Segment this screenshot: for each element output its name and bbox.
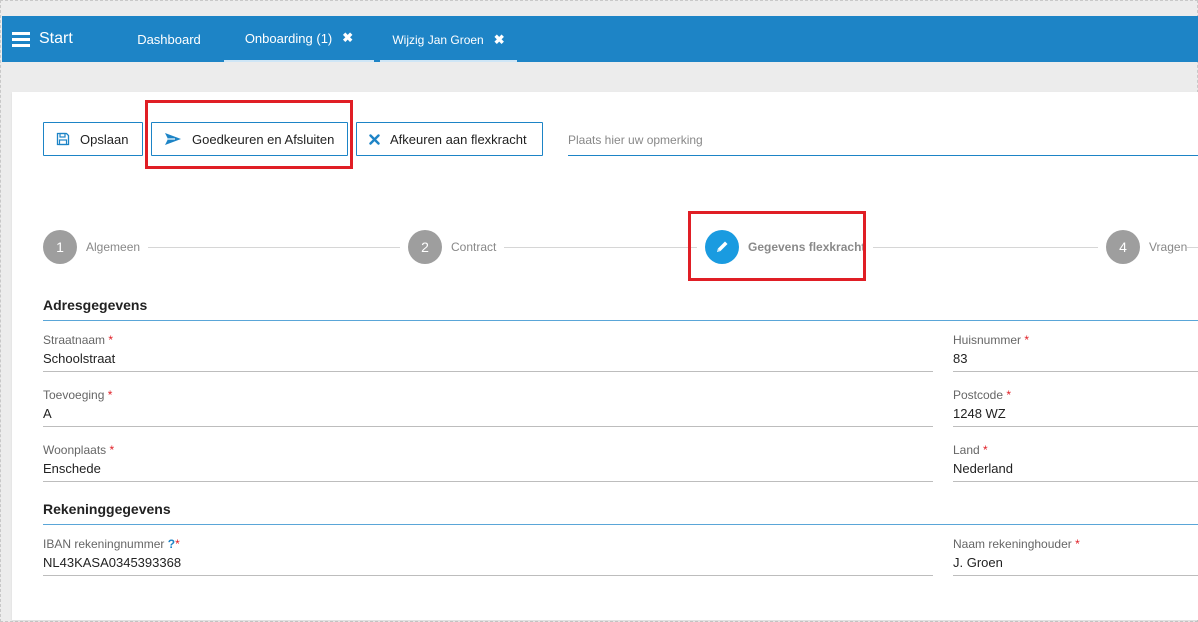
field-label: Naam rekeninghouder: [953, 537, 1072, 551]
country-value[interactable]: Nederland: [953, 461, 1198, 482]
tab-wijzig-jan-groen[interactable]: Wijzig Jan Groen ✖: [380, 20, 517, 62]
start-menu-button[interactable]: Start: [12, 16, 73, 62]
pencil-icon: [717, 241, 728, 252]
field-label: Woonplaats: [43, 443, 107, 457]
field-label: Huisnummer: [953, 333, 1022, 347]
hamburger-icon: [12, 32, 30, 47]
main-card: Opslaan Goedkeuren en Afsluiten Afkeuren…: [12, 92, 1198, 620]
step-current-circle: [705, 230, 739, 264]
street-field[interactable]: Straatnaam * Schoolstraat: [43, 333, 933, 372]
close-icon[interactable]: ✖: [494, 32, 505, 48]
remark-input[interactable]: [568, 124, 1198, 156]
progress-stepper: 1 Algemeen 2 Contract Gegevens flexkrach…: [43, 230, 1198, 264]
step-gegevens-flexkracht[interactable]: Gegevens flexkracht: [697, 230, 874, 264]
housenumber-field[interactable]: Huisnummer * 83: [953, 333, 1198, 372]
country-field[interactable]: Land * Nederland: [953, 443, 1198, 482]
postcode-value[interactable]: 1248 WZ: [953, 406, 1198, 427]
postcode-field[interactable]: Postcode * 1248 WZ: [953, 388, 1198, 427]
close-icon: [369, 133, 380, 145]
reject-to-flexworker-button[interactable]: Afkeuren aan flexkracht: [356, 122, 543, 156]
approve-button-label: Goedkeuren en Afsluiten: [192, 131, 335, 147]
step-number: 1: [43, 230, 77, 264]
step-contract[interactable]: 2 Contract: [400, 230, 505, 264]
floppy-disk-icon: [56, 132, 70, 146]
field-label: Straatnaam: [43, 333, 106, 347]
step-algemeen[interactable]: 1 Algemeen: [43, 230, 149, 264]
step-label: Gegevens flexkracht: [748, 240, 866, 254]
required-mark: *: [1006, 388, 1012, 402]
required-mark: *: [983, 443, 988, 457]
save-button-label: Opslaan: [80, 131, 129, 147]
required-mark: *: [109, 443, 115, 457]
help-icon[interactable]: ?: [168, 537, 175, 551]
stepper-line: [43, 247, 1198, 248]
addition-field[interactable]: Toevoeging * A: [43, 388, 933, 427]
step-number: 4: [1106, 230, 1140, 264]
section-title-address: Adresgegevens: [43, 297, 1198, 321]
tab-dashboard-label: Dashboard: [137, 31, 201, 47]
required-mark: *: [1024, 333, 1030, 347]
iban-value[interactable]: NL43KASA0345393368: [43, 555, 933, 576]
send-icon: [165, 133, 181, 145]
start-label: Start: [39, 30, 73, 47]
tab-wijzig-label: Wijzig Jan Groen: [392, 33, 484, 47]
addition-value[interactable]: A: [43, 406, 933, 427]
top-navigation-bar: Start Dashboard Onboarding (1) ✖ Wijzig …: [2, 16, 1198, 62]
reject-button-label: Afkeuren aan flexkracht: [390, 131, 527, 147]
step-label: Vragen: [1149, 240, 1188, 254]
close-icon[interactable]: ✖: [342, 30, 353, 46]
city-value[interactable]: Enschede: [43, 461, 933, 482]
account-holder-value[interactable]: J. Groen: [953, 555, 1198, 576]
field-label: Toevoeging: [43, 388, 105, 402]
step-vragen[interactable]: 4 Vragen: [1098, 230, 1188, 264]
step-number: 2: [408, 230, 442, 264]
required-mark: *: [175, 537, 180, 551]
section-title-bank: Rekeninggegevens: [43, 501, 1198, 525]
field-label: IBAN rekeningnummer: [43, 537, 165, 551]
city-field[interactable]: Woonplaats * Enschede: [43, 443, 933, 482]
tab-onboarding[interactable]: Onboarding (1) ✖: [224, 16, 374, 62]
step-label: Algemeen: [86, 240, 141, 254]
street-value[interactable]: Schoolstraat: [43, 351, 933, 372]
tab-dashboard[interactable]: Dashboard: [124, 16, 214, 62]
required-mark: *: [1075, 537, 1080, 551]
account-holder-field[interactable]: Naam rekeninghouder * J. Groen: [953, 537, 1198, 576]
required-mark: *: [107, 388, 113, 402]
approve-and-close-button[interactable]: Goedkeuren en Afsluiten: [151, 122, 348, 156]
required-mark: *: [108, 333, 114, 347]
field-label: Postcode: [953, 388, 1004, 402]
save-button[interactable]: Opslaan: [43, 122, 143, 156]
iban-field[interactable]: IBAN rekeningnummer ?* NL43KASA034539336…: [43, 537, 933, 576]
housenumber-value[interactable]: 83: [953, 351, 1198, 372]
step-label: Contract: [451, 240, 497, 254]
tab-onboarding-label: Onboarding (1): [244, 30, 333, 46]
field-label: Land: [953, 443, 980, 457]
